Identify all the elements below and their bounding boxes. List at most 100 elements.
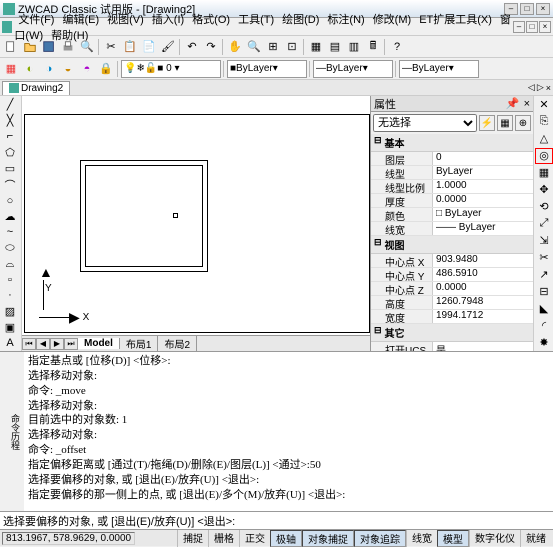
command-input[interactable]: 选择要偏移的对象, 或 [退出(E)/放弃(U)] <退出>:: [0, 511, 553, 529]
menu-文件[interactable]: 文件(F): [14, 14, 58, 26]
zoom-button[interactable]: 🔍: [245, 38, 263, 56]
pickadd-icon[interactable]: ⊕: [515, 115, 531, 131]
maximize-button[interactable]: □: [520, 3, 534, 15]
model-tab[interactable]: Model: [78, 338, 120, 349]
status-对象追踪[interactable]: 对象追踪: [354, 530, 406, 547]
canvas[interactable]: Y ▲ ▶ X: [24, 114, 370, 333]
new-button[interactable]: [2, 38, 20, 56]
menu-插入[interactable]: 插入(I): [148, 14, 188, 26]
status-捕捉[interactable]: 捕捉: [177, 530, 208, 547]
prop-category[interactable]: 其它: [371, 324, 533, 342]
menu-工具[interactable]: 工具(T): [234, 14, 278, 26]
prop-value[interactable]: 0.0000: [433, 282, 533, 295]
menu-ET扩展工具[interactable]: ET扩展工具(X): [415, 14, 496, 26]
prop-row[interactable]: 线型比例1.0000: [371, 180, 533, 194]
prop-row[interactable]: 线型ByLayer: [371, 166, 533, 180]
move-tool[interactable]: ✥: [535, 182, 553, 198]
tab-last-button[interactable]: ⏭: [64, 338, 78, 350]
menu-标注[interactable]: 标注(N): [323, 14, 368, 26]
block-tool[interactable]: ▫: [1, 273, 19, 288]
menu-视图[interactable]: 视图(V): [103, 14, 148, 26]
prop-category[interactable]: 基本: [371, 134, 533, 152]
array-tool[interactable]: ▦: [535, 165, 553, 181]
prop-value[interactable]: 0.0000: [433, 194, 533, 207]
undo-button[interactable]: ↶: [183, 38, 201, 56]
prop-value[interactable]: 1994.1712: [433, 310, 533, 323]
prop-value[interactable]: ByLayer: [433, 166, 533, 179]
offset-tool[interactable]: ◎: [535, 148, 553, 164]
prop-row[interactable]: 颜色□ ByLayer: [371, 208, 533, 222]
calc-button[interactable]: 🖩: [364, 38, 382, 56]
explode-tool[interactable]: ✸: [535, 334, 553, 350]
property-grid[interactable]: 基本图层0线型ByLayer线型比例1.0000厚度0.0000颜色□ ByLa…: [371, 134, 533, 351]
layer-iso-button[interactable]: ◑: [40, 60, 58, 78]
prop-value[interactable]: 1.0000: [433, 180, 533, 193]
prop-row[interactable]: 厚度0.0000: [371, 194, 533, 208]
layout2-tab[interactable]: 布局2: [158, 336, 197, 351]
copy-button[interactable]: 📋: [121, 38, 139, 56]
layer-frz-button[interactable]: ◓: [78, 60, 96, 78]
hatch-tool[interactable]: ▨: [1, 304, 19, 319]
polyline-tool[interactable]: ⌐: [1, 129, 19, 144]
status-栅格[interactable]: 栅格: [208, 530, 239, 547]
scale-tool[interactable]: ⤢: [535, 216, 553, 232]
panel-close-icon[interactable]: ×: [524, 98, 530, 110]
command-history[interactable]: 指定基点或 [位移(D)] <位移>:选择移动对象:命令: _move选择移动对…: [24, 352, 553, 511]
prop-value[interactable]: 1260.7948: [433, 296, 533, 309]
revcloud-tool[interactable]: ☁: [1, 209, 19, 224]
menu-编辑[interactable]: 编辑(E): [58, 14, 103, 26]
prop-row[interactable]: 图层0: [371, 152, 533, 166]
zoom-win-button[interactable]: ⊡: [283, 38, 301, 56]
copy-tool[interactable]: ⎘: [535, 114, 553, 130]
extend-tool[interactable]: ↗: [535, 266, 553, 282]
selection-combo[interactable]: 无选择: [373, 114, 477, 132]
prop-row[interactable]: 高度1260.7948: [371, 296, 533, 310]
match-button[interactable]: 🖌: [159, 38, 177, 56]
region-tool[interactable]: ▣: [1, 320, 19, 335]
spline-tool[interactable]: ~: [1, 225, 19, 240]
close-button[interactable]: ×: [536, 3, 550, 15]
props-button[interactable]: ▦: [307, 38, 325, 56]
tab-close-button[interactable]: ×: [546, 83, 551, 93]
doc-close-button[interactable]: ×: [539, 21, 551, 33]
line-tool[interactable]: ╱: [1, 97, 19, 112]
select-objects-icon[interactable]: ▦: [497, 115, 513, 131]
layer-mgr-button[interactable]: ▦: [2, 60, 20, 78]
prop-value[interactable]: 486.5910: [433, 268, 533, 281]
help-button[interactable]: ?: [388, 38, 406, 56]
prop-row[interactable]: 中心点 Z0.0000: [371, 282, 533, 296]
break-tool[interactable]: ⊟: [535, 283, 553, 299]
menu-绘图[interactable]: 绘图(D): [278, 14, 323, 26]
erase-tool[interactable]: ✕: [535, 97, 553, 113]
paste-button[interactable]: 📄: [140, 38, 158, 56]
doc-min-button[interactable]: –: [513, 21, 525, 33]
menu-修改[interactable]: 修改(M): [369, 14, 416, 26]
point-tool[interactable]: ·: [1, 288, 19, 303]
menu-格式[interactable]: 格式(O): [188, 14, 234, 26]
redo-button[interactable]: ↷: [202, 38, 220, 56]
trim-tool[interactable]: ✂: [535, 249, 553, 265]
chamfer-tool[interactable]: ◣: [535, 300, 553, 316]
prop-row[interactable]: 线宽—— ByLayer: [371, 222, 533, 236]
inner-rectangle[interactable]: [85, 165, 203, 267]
tab-prev-button[interactable]: ◁: [528, 82, 535, 93]
doc-max-button[interactable]: □: [526, 21, 538, 33]
fillet-tool[interactable]: ◜: [535, 317, 553, 333]
prop-value[interactable]: —— ByLayer: [433, 222, 533, 235]
prop-category[interactable]: 视图: [371, 236, 533, 254]
layout1-tab[interactable]: 布局1: [120, 336, 159, 351]
prop-value[interactable]: 0: [433, 152, 533, 165]
quick-select-icon[interactable]: ⚡: [479, 115, 495, 131]
open-button[interactable]: [21, 38, 39, 56]
status-线宽[interactable]: 线宽: [406, 530, 437, 547]
print-button[interactable]: [59, 38, 77, 56]
stretch-tool[interactable]: ⇲: [535, 233, 553, 249]
color-combo[interactable]: ■ ByLayer ▾: [227, 60, 307, 78]
tab-next2-button[interactable]: ▶: [50, 338, 64, 350]
rectangle-tool[interactable]: ▭: [1, 161, 19, 176]
text-tool[interactable]: A: [1, 336, 19, 351]
ellipse-tool[interactable]: ⬭: [1, 241, 19, 256]
prop-row[interactable]: 宽度1994.1712: [371, 310, 533, 324]
layer-state-button[interactable]: ◐: [21, 60, 39, 78]
cut-button[interactable]: ✂: [102, 38, 120, 56]
